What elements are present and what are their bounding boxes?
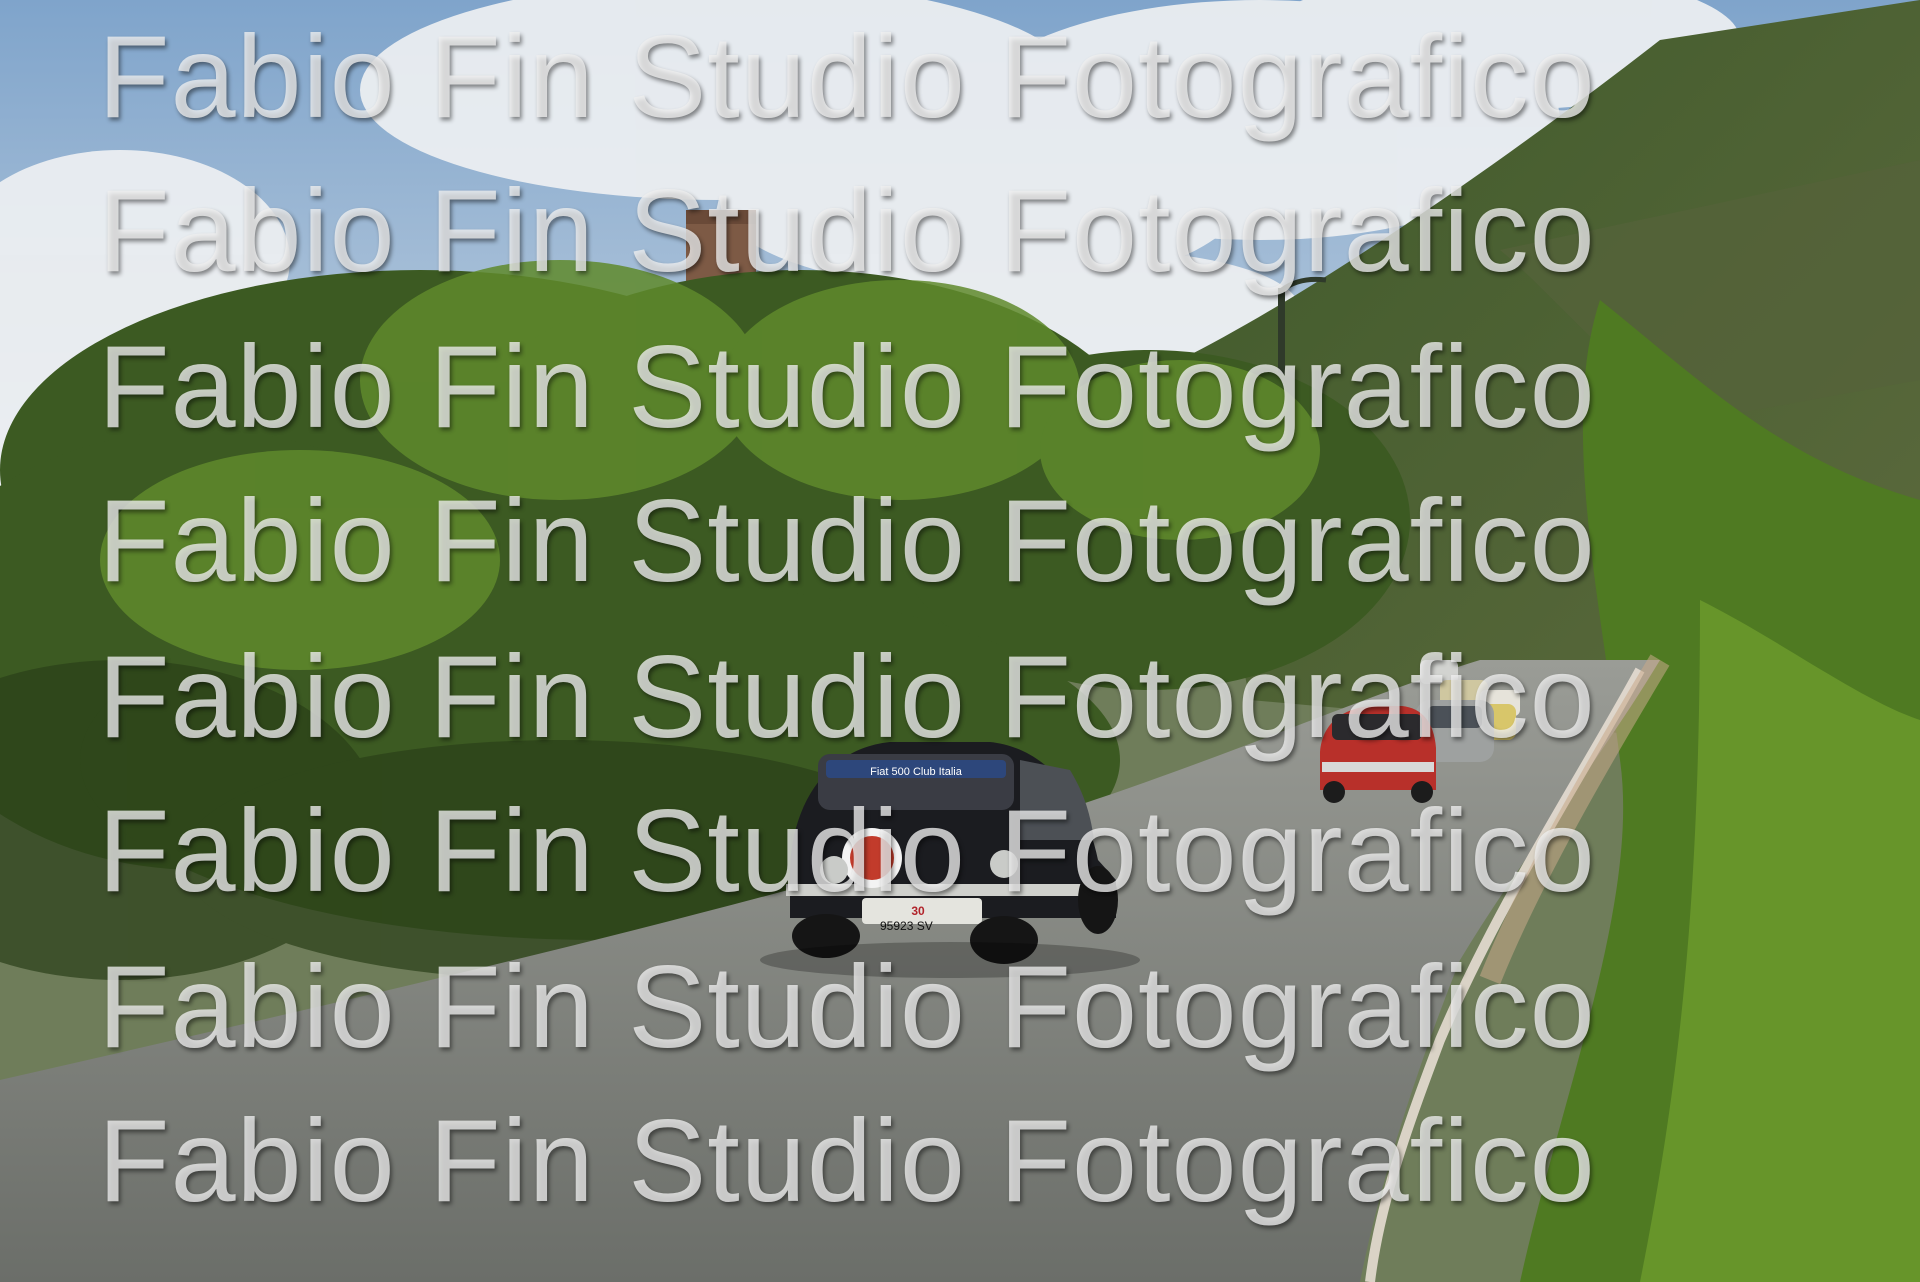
windshield-banner: Fiat 500 Club Italia bbox=[870, 766, 963, 778]
front-license-plate: 95923 SV bbox=[880, 919, 933, 933]
rally-number-plate: 30 bbox=[911, 904, 925, 918]
car-label-layer: Fiat 500 Club Italia 95923 SV 30 bbox=[870, 766, 963, 933]
photograph: Fiat 500 Club Italia 95923 SV 30 Fabio F… bbox=[0, 0, 1920, 1282]
